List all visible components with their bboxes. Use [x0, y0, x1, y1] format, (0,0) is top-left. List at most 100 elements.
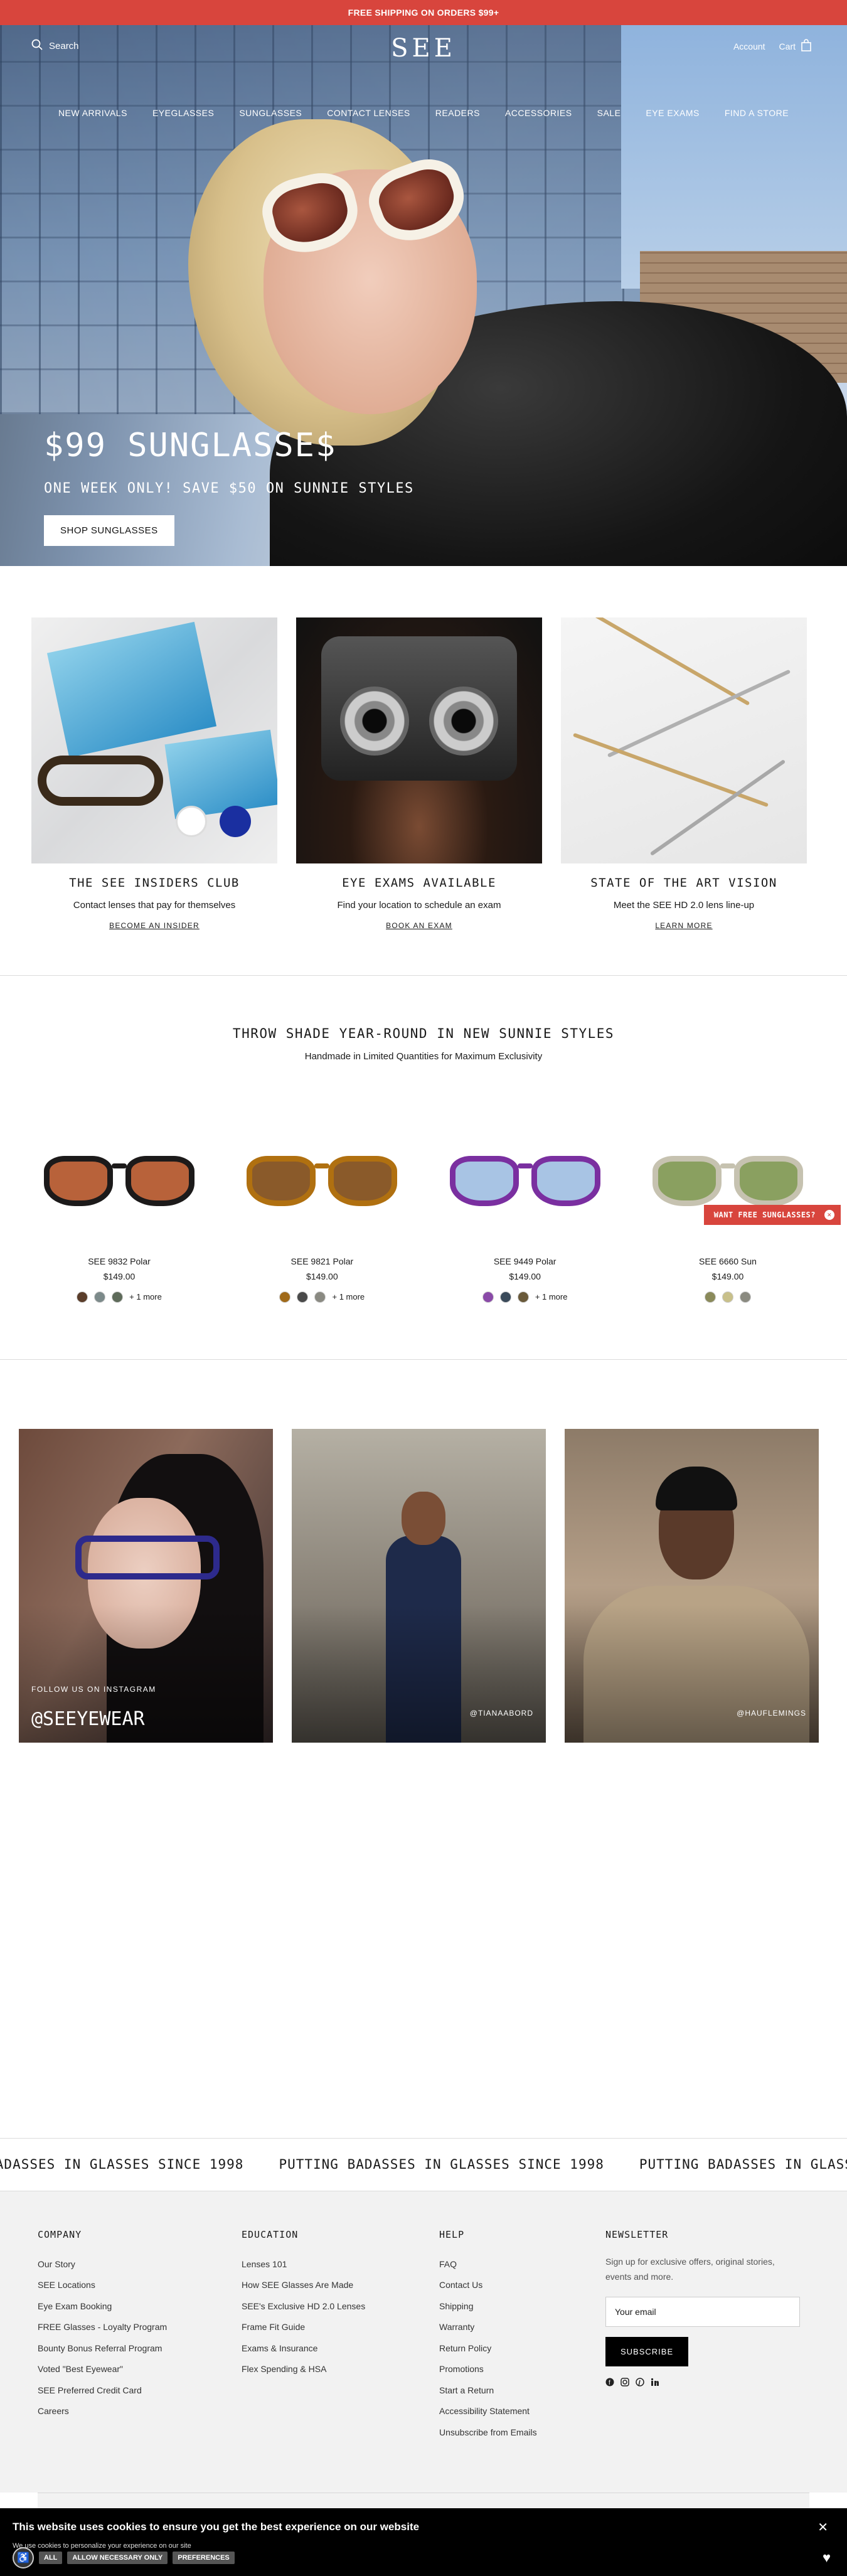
- product-card[interactable]: SEE 9832 Polar $149.00 + 1 more: [31, 1150, 207, 1303]
- instagram-icon[interactable]: [621, 2377, 629, 2389]
- allow-necessary-button[interactable]: ALLOW NECESSARY ONLY: [67, 2551, 168, 2564]
- footer-link[interactable]: SEE's Exclusive HD 2.0 Lenses: [242, 2296, 439, 2317]
- pinterest-icon[interactable]: [636, 2377, 644, 2389]
- footer-link[interactable]: Exams & Insurance: [242, 2338, 439, 2360]
- color-swatch[interactable]: [499, 1291, 511, 1303]
- help-links: FAQ Contact Us Shipping Warranty Return Poli…: [439, 2254, 605, 2444]
- close-icon[interactable]: ✕: [818, 2520, 828, 2535]
- close-icon[interactable]: ✕: [824, 1209, 834, 1220]
- nav-readers[interactable]: READERS: [435, 107, 480, 119]
- footer-link[interactable]: How SEE Glasses Are Made: [242, 2275, 439, 2296]
- free-sunglasses-popup[interactable]: WANT FREE SUNGLASSES? ✕: [703, 1204, 841, 1225]
- instagram-post[interactable]: @TIANAABORD: [292, 1428, 546, 1743]
- product-card[interactable]: SEE 6660 Sun $149.00: [640, 1150, 816, 1303]
- nav-eye-exams[interactable]: EYE EXAMS: [646, 107, 699, 119]
- cart-icon: [801, 39, 812, 53]
- instagram-handle[interactable]: @SEEYEWEAR: [31, 1708, 145, 1730]
- footer-link[interactable]: Flex Spending & HSA: [242, 2359, 439, 2380]
- nav-eyeglasses[interactable]: EYEGLASSES: [152, 107, 214, 119]
- cart-link[interactable]: Cart: [779, 39, 812, 53]
- footer-link[interactable]: Start a Return: [439, 2380, 605, 2402]
- shop-sunglasses-button[interactable]: SHOP SUNGLASSES: [44, 515, 174, 546]
- product-image[interactable]: [240, 1150, 403, 1219]
- more-colors-link[interactable]: + 1 more: [129, 1292, 162, 1301]
- product-name[interactable]: SEE 6660 Sun: [640, 1256, 816, 1266]
- account-link[interactable]: Account: [733, 41, 765, 51]
- footer-link[interactable]: FREE Glasses - Loyalty Program: [38, 2317, 242, 2338]
- nav-sunglasses[interactable]: SUNGLASSES: [239, 107, 302, 119]
- more-colors-link[interactable]: + 1 more: [535, 1292, 568, 1301]
- search-icon: [31, 39, 43, 53]
- nav-sale[interactable]: SALE: [597, 107, 621, 119]
- footer-heading: EDUCATION: [242, 2228, 299, 2240]
- subscribe-button[interactable]: SUBSCRIBE: [605, 2336, 689, 2366]
- nav-accessories[interactable]: ACCESSORIES: [505, 107, 572, 119]
- facebook-icon[interactable]: f: [605, 2378, 614, 2389]
- footer-link[interactable]: Return Policy: [439, 2338, 605, 2360]
- color-swatch[interactable]: [279, 1291, 291, 1303]
- features-section: THE SEE INSIDERS CLUB Contact lenses tha…: [0, 566, 847, 976]
- color-swatch[interactable]: [517, 1291, 529, 1303]
- newsletter-text: Sign up for exclusive offers, original s…: [605, 2256, 775, 2282]
- product-image[interactable]: [38, 1150, 201, 1219]
- footer-link[interactable]: Warranty: [439, 2317, 605, 2338]
- product-price: $149.00: [103, 1271, 136, 1281]
- linkedin-icon[interactable]: [651, 2378, 659, 2389]
- cookie-title: This website uses cookies to ensure you …: [13, 2520, 420, 2533]
- contact-lenses-image[interactable]: [31, 617, 277, 863]
- footer-link[interactable]: SEE Locations: [38, 2275, 242, 2296]
- wire-frames-image[interactable]: [561, 617, 807, 863]
- footer-link[interactable]: FAQ: [439, 2254, 605, 2275]
- product-image[interactable]: [444, 1150, 607, 1219]
- products-subtitle: Handmade in Limited Quantities for Maxim…: [304, 1050, 543, 1062]
- color-swatch[interactable]: [314, 1291, 326, 1303]
- footer-link[interactable]: Voted "Best Eyewear": [38, 2359, 242, 2380]
- product-name[interactable]: SEE 9821 Polar: [234, 1256, 410, 1266]
- product-name[interactable]: SEE 9832 Polar: [31, 1256, 207, 1266]
- preferences-button[interactable]: PREFERENCES: [173, 2551, 235, 2564]
- footer-link[interactable]: Eye Exam Booking: [38, 2296, 242, 2317]
- product-card[interactable]: SEE 9449 Polar $149.00 + 1 more: [437, 1150, 613, 1303]
- footer-link[interactable]: Lenses 101: [242, 2254, 439, 2275]
- cookie-banner: This website uses cookies to ensure you …: [0, 2508, 847, 2576]
- color-swatch[interactable]: [739, 1291, 751, 1303]
- product-name[interactable]: SEE 9449 Polar: [437, 1256, 613, 1266]
- instagram-post[interactable]: FOLLOW US ON INSTAGRAM @SEEYEWEAR: [19, 1428, 273, 1743]
- footer-link[interactable]: Frame Fit Guide: [242, 2317, 439, 2338]
- heart-icon[interactable]: ♥: [823, 2550, 831, 2566]
- color-swatch[interactable]: [77, 1291, 88, 1303]
- footer-link[interactable]: Our Story: [38, 2254, 242, 2275]
- product-card[interactable]: SEE 9821 Polar $149.00 + 1 more: [234, 1150, 410, 1303]
- footer-link[interactable]: Bounty Bonus Referral Program: [38, 2338, 242, 2360]
- color-swatch[interactable]: [482, 1291, 494, 1303]
- search-button[interactable]: Search: [31, 39, 79, 53]
- hero-banner[interactable]: Search SEE Account Cart NEW ARRIVALS EYE…: [0, 25, 847, 566]
- footer-link[interactable]: Careers: [38, 2401, 242, 2422]
- footer-link[interactable]: SEE Preferred Credit Card: [38, 2380, 242, 2402]
- color-swatch[interactable]: [722, 1291, 733, 1303]
- nav-new-arrivals[interactable]: NEW ARRIVALS: [58, 107, 127, 119]
- learn-more-link[interactable]: LEARN MORE: [655, 921, 712, 930]
- color-swatch[interactable]: [94, 1291, 106, 1303]
- color-swatch[interactable]: [704, 1291, 716, 1303]
- color-swatch[interactable]: [297, 1291, 309, 1303]
- accessibility-icon[interactable]: ♿: [13, 2547, 34, 2568]
- instagram-post[interactable]: @HAUFLEMINGS: [565, 1428, 819, 1743]
- site-logo[interactable]: SEE: [391, 34, 456, 63]
- become-insider-link[interactable]: BECOME AN INSIDER: [109, 921, 200, 930]
- color-swatch[interactable]: [112, 1291, 124, 1303]
- eye-exam-image[interactable]: [296, 617, 542, 863]
- products-section: THROW SHADE YEAR-ROUND IN NEW SUNNIE STY…: [0, 976, 847, 1360]
- more-colors-link[interactable]: + 1 more: [332, 1292, 365, 1301]
- footer-link[interactable]: Promotions: [439, 2359, 605, 2380]
- nav-find-a-store[interactable]: FIND A STORE: [725, 107, 789, 119]
- footer-link[interactable]: Shipping: [439, 2296, 605, 2317]
- nav-contact-lenses[interactable]: CONTACT LENSES: [327, 107, 410, 119]
- footer-link[interactable]: Contact Us: [439, 2275, 605, 2296]
- promo-bar[interactable]: FREE SHIPPING ON ORDERS $99+: [0, 0, 847, 25]
- book-exam-link[interactable]: BOOK AN EXAM: [386, 921, 452, 930]
- footer-link[interactable]: Accessibility Statement: [439, 2401, 605, 2422]
- footer-link[interactable]: Unsubscribe from Emails: [439, 2422, 605, 2444]
- allow-all-button[interactable]: ALL: [39, 2551, 63, 2564]
- email-field[interactable]: Your email: [605, 2296, 800, 2327]
